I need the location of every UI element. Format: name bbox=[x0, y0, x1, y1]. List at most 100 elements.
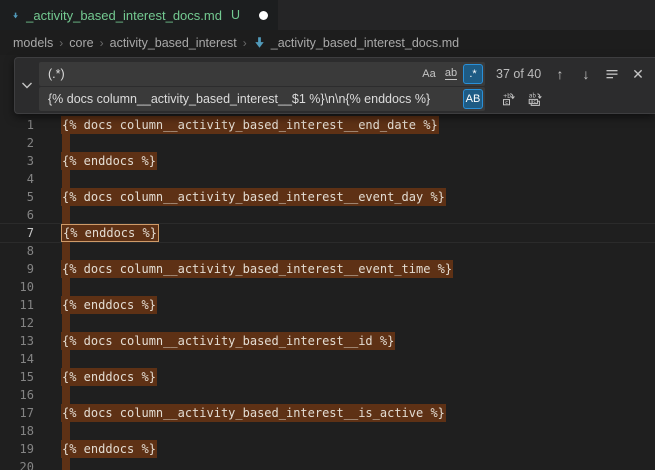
regex-button[interactable]: .* bbox=[463, 64, 483, 84]
line-text[interactable]: {% enddocs %} bbox=[61, 368, 157, 386]
close-find-button[interactable]: ✕ bbox=[627, 63, 649, 85]
line-text[interactable] bbox=[62, 278, 70, 296]
code-line: 16 bbox=[0, 386, 655, 404]
line-text[interactable]: {% enddocs %} bbox=[61, 296, 157, 314]
line-text[interactable]: {% docs column__activity_based_interest_… bbox=[61, 116, 439, 134]
find-row: Aa ab .* 37 of 40 ↑ ↓ ✕ bbox=[39, 62, 649, 86]
code-line: 6 bbox=[0, 206, 655, 224]
replace-all-button[interactable]: ab ac bbox=[524, 88, 546, 110]
line-number[interactable]: 3 bbox=[0, 152, 34, 170]
code-area: 1 {% docs column__activity_based_interes… bbox=[0, 116, 655, 470]
tab-filename: _activity_based_interest_docs.md bbox=[26, 8, 222, 23]
line-number[interactable]: 7 bbox=[0, 224, 34, 242]
line-text[interactable] bbox=[62, 458, 70, 470]
line-number[interactable]: 6 bbox=[0, 206, 34, 224]
replace-icon: +b c bbox=[501, 91, 517, 107]
code-line: 15 {% enddocs %} bbox=[0, 368, 655, 386]
svg-text:c: c bbox=[505, 100, 508, 106]
replace-all-icon: ab ac bbox=[527, 91, 543, 107]
code-line: 2 bbox=[0, 134, 655, 152]
code-line: 8 bbox=[0, 242, 655, 260]
find-input[interactable] bbox=[41, 67, 417, 81]
find-input-box: Aa ab .* bbox=[39, 62, 485, 86]
line-text[interactable] bbox=[62, 314, 70, 332]
editor-tab[interactable]: _activity_based_interest_docs.md U bbox=[0, 0, 278, 30]
line-number[interactable]: 15 bbox=[0, 368, 34, 386]
selection-icon bbox=[605, 67, 619, 81]
line-text[interactable]: {% enddocs %} bbox=[61, 440, 157, 458]
line-number[interactable]: 5 bbox=[0, 188, 34, 206]
line-number[interactable]: 9 bbox=[0, 260, 34, 278]
editor-pane: 1 {% docs column__activity_based_interes… bbox=[0, 55, 655, 470]
line-text[interactable]: {% docs column__activity_based_interest_… bbox=[61, 404, 446, 422]
toggle-replace-button[interactable] bbox=[15, 58, 39, 113]
replace-button[interactable]: +b c bbox=[498, 88, 520, 110]
code-line: 4 bbox=[0, 170, 655, 188]
line-text[interactable]: {% docs column__activity_based_interest_… bbox=[61, 188, 446, 206]
line-number[interactable]: 16 bbox=[0, 386, 34, 404]
line-number[interactable]: 10 bbox=[0, 278, 34, 296]
next-match-button[interactable]: ↓ bbox=[575, 63, 597, 85]
line-text[interactable]: {% docs column__activity_based_interest_… bbox=[61, 332, 395, 350]
line-number[interactable]: 18 bbox=[0, 422, 34, 440]
breadcrumb-item[interactable]: core › bbox=[69, 36, 109, 50]
breadcrumb-file[interactable]: _activity_based_interest_docs.md bbox=[253, 36, 459, 50]
line-number[interactable]: 11 bbox=[0, 296, 34, 314]
line-text[interactable] bbox=[62, 206, 70, 224]
line-number[interactable]: 17 bbox=[0, 404, 34, 422]
line-number[interactable]: 19 bbox=[0, 440, 34, 458]
close-icon: ✕ bbox=[632, 66, 644, 83]
modified-indicator[interactable] bbox=[259, 11, 268, 20]
line-number[interactable]: 14 bbox=[0, 350, 34, 368]
line-text[interactable] bbox=[62, 242, 70, 260]
line-text[interactable]: {% enddocs %} bbox=[61, 224, 159, 242]
breadcrumb-separator-icon: › bbox=[94, 36, 110, 50]
code-line: 17 {% docs column__activity_based_intere… bbox=[0, 404, 655, 422]
preserve-case-button[interactable]: AB bbox=[463, 89, 483, 109]
line-number[interactable]: 1 bbox=[0, 116, 34, 134]
svg-text:ac: ac bbox=[530, 100, 536, 105]
replace-input[interactable] bbox=[41, 92, 461, 106]
line-text[interactable] bbox=[62, 170, 70, 188]
markdown-file-icon bbox=[253, 36, 266, 49]
svg-text:+b: +b bbox=[503, 92, 511, 100]
line-number[interactable]: 12 bbox=[0, 314, 34, 332]
code-line: 1 {% docs column__activity_based_interes… bbox=[0, 116, 655, 134]
line-number[interactable]: 4 bbox=[0, 170, 34, 188]
breadcrumb-item[interactable]: models › bbox=[13, 36, 69, 50]
tab-bar: _activity_based_interest_docs.md U bbox=[0, 0, 655, 30]
line-text[interactable] bbox=[62, 386, 70, 404]
line-text[interactable] bbox=[62, 350, 70, 368]
code-line: 3 {% enddocs %} bbox=[0, 152, 655, 170]
chevron-down-icon bbox=[21, 81, 33, 90]
previous-match-button[interactable]: ↑ bbox=[549, 63, 571, 85]
git-status-badge: U bbox=[231, 8, 240, 22]
vscode-window: _activity_based_interest_docs.md U model… bbox=[0, 0, 655, 470]
code-line: 20 bbox=[0, 458, 655, 470]
replace-input-box: AB bbox=[39, 87, 485, 111]
code-line: 14 bbox=[0, 350, 655, 368]
code-line: 5 {% docs column__activity_based_interes… bbox=[0, 188, 655, 206]
line-number[interactable]: 8 bbox=[0, 242, 34, 260]
code-line: 11 {% enddocs %} bbox=[0, 296, 655, 314]
line-number[interactable]: 13 bbox=[0, 332, 34, 350]
arrow-down-icon: ↓ bbox=[583, 66, 590, 82]
line-text[interactable] bbox=[62, 422, 70, 440]
line-text[interactable]: {% enddocs %} bbox=[61, 152, 157, 170]
match-case-button[interactable]: Aa bbox=[419, 64, 439, 84]
code-line: 9 {% docs column__activity_based_interes… bbox=[0, 260, 655, 278]
whole-word-button[interactable]: ab bbox=[441, 64, 461, 84]
find-replace-widget: Aa ab .* 37 of 40 ↑ ↓ ✕ bbox=[14, 57, 655, 114]
line-text[interactable] bbox=[62, 134, 70, 152]
breadcrumb-item[interactable]: activity_based_interest › bbox=[110, 36, 253, 50]
breadcrumb-separator-icon: › bbox=[53, 36, 69, 50]
line-number[interactable]: 2 bbox=[0, 134, 34, 152]
code-line: 19 {% enddocs %} bbox=[0, 440, 655, 458]
match-count: 37 of 40 bbox=[496, 67, 541, 81]
svg-text:ab: ab bbox=[529, 93, 537, 100]
line-text[interactable]: {% docs column__activity_based_interest_… bbox=[61, 260, 453, 278]
markdown-file-icon bbox=[12, 8, 19, 23]
find-in-selection-button[interactable] bbox=[601, 63, 623, 85]
line-number[interactable]: 20 bbox=[0, 458, 34, 470]
code-line: 12 bbox=[0, 314, 655, 332]
